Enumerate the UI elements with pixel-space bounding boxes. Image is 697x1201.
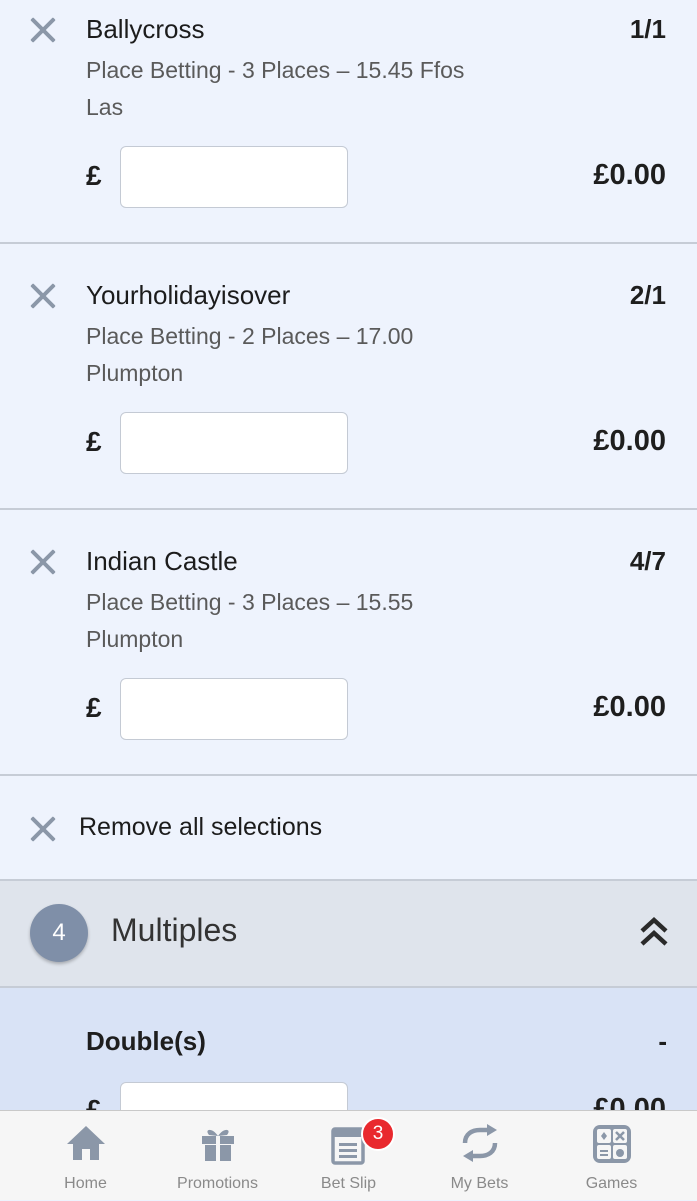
doubles-title: Double(s) bbox=[86, 1026, 206, 1056]
selection-card: Indian Castle 4/7 Place Betting - 3 Plac… bbox=[0, 510, 697, 776]
stake-input[interactable] bbox=[120, 412, 348, 474]
close-icon[interactable] bbox=[28, 547, 58, 577]
selection-card: Ballycross 1/1 Place Betting - 3 Places … bbox=[0, 0, 697, 244]
home-icon bbox=[66, 1126, 105, 1160]
selection-odds[interactable]: 2/1 bbox=[630, 280, 666, 311]
selection-name: Ballycross bbox=[86, 14, 205, 44]
selection-market: Place Betting - 3 Places – 15.55 Plumpto… bbox=[86, 589, 414, 652]
currency-symbol: £ bbox=[86, 160, 102, 191]
nav-label: Home bbox=[64, 1175, 107, 1192]
nav-item-games[interactable]: Games bbox=[542, 1111, 681, 1201]
selection-name: Indian Castle bbox=[86, 546, 238, 576]
gift-icon bbox=[201, 1129, 234, 1161]
currency-symbol: £ bbox=[86, 692, 102, 723]
multiples-title: Multiples bbox=[111, 912, 238, 948]
stake-input[interactable] bbox=[120, 146, 348, 208]
nav-item-promotions[interactable]: Promotions bbox=[148, 1111, 287, 1201]
remove-all-selections-button[interactable]: Remove all selections bbox=[0, 776, 697, 881]
nav-item-home[interactable]: Home bbox=[16, 1111, 155, 1201]
potential-returns: £0.00 bbox=[593, 691, 666, 723]
potential-returns: £0.00 bbox=[593, 159, 666, 191]
nav-label: My Bets bbox=[450, 1175, 509, 1192]
selection-market: Place Betting - 3 Places – 15.45 Ffos La… bbox=[86, 57, 465, 120]
doubles-row: Double(s) - £ £0.00 bbox=[0, 988, 697, 1144]
close-icon bbox=[28, 814, 58, 844]
multiples-count-badge: 4 bbox=[30, 904, 88, 962]
games-icon bbox=[592, 1125, 631, 1163]
double-chevron-up-icon[interactable] bbox=[639, 915, 669, 947]
selection-card: Yourholidayisover 2/1 Place Betting - 2 … bbox=[0, 244, 697, 510]
stake-input[interactable] bbox=[120, 678, 348, 740]
bottom-navigation: Home Promotions 3 Bet Slip My Bets Games bbox=[0, 1110, 697, 1200]
selection-market: Place Betting - 2 Places – 17.00 Plumpto… bbox=[86, 323, 414, 386]
multiples-header[interactable]: 4 Multiples bbox=[0, 881, 697, 988]
selection-name: Yourholidayisover bbox=[86, 280, 291, 310]
potential-returns: £0.00 bbox=[593, 425, 666, 457]
bet-slip-count-badge: 3 bbox=[361, 1117, 395, 1151]
refresh-arrows-icon bbox=[462, 1124, 497, 1162]
selection-odds[interactable]: 4/7 bbox=[630, 546, 666, 577]
nav-item-my-bets[interactable]: My Bets bbox=[410, 1111, 549, 1201]
nav-item-bet-slip[interactable]: 3 Bet Slip bbox=[279, 1111, 418, 1201]
nav-label: Bet Slip bbox=[320, 1175, 377, 1192]
close-icon[interactable] bbox=[28, 281, 58, 311]
currency-symbol: £ bbox=[86, 426, 102, 457]
remove-all-label: Remove all selections bbox=[79, 813, 323, 841]
selection-odds[interactable]: 1/1 bbox=[630, 14, 666, 45]
doubles-odds: - bbox=[658, 1026, 667, 1056]
nav-label: Games bbox=[585, 1175, 638, 1192]
close-icon[interactable] bbox=[28, 15, 58, 45]
nav-label: Promotions bbox=[177, 1175, 258, 1192]
